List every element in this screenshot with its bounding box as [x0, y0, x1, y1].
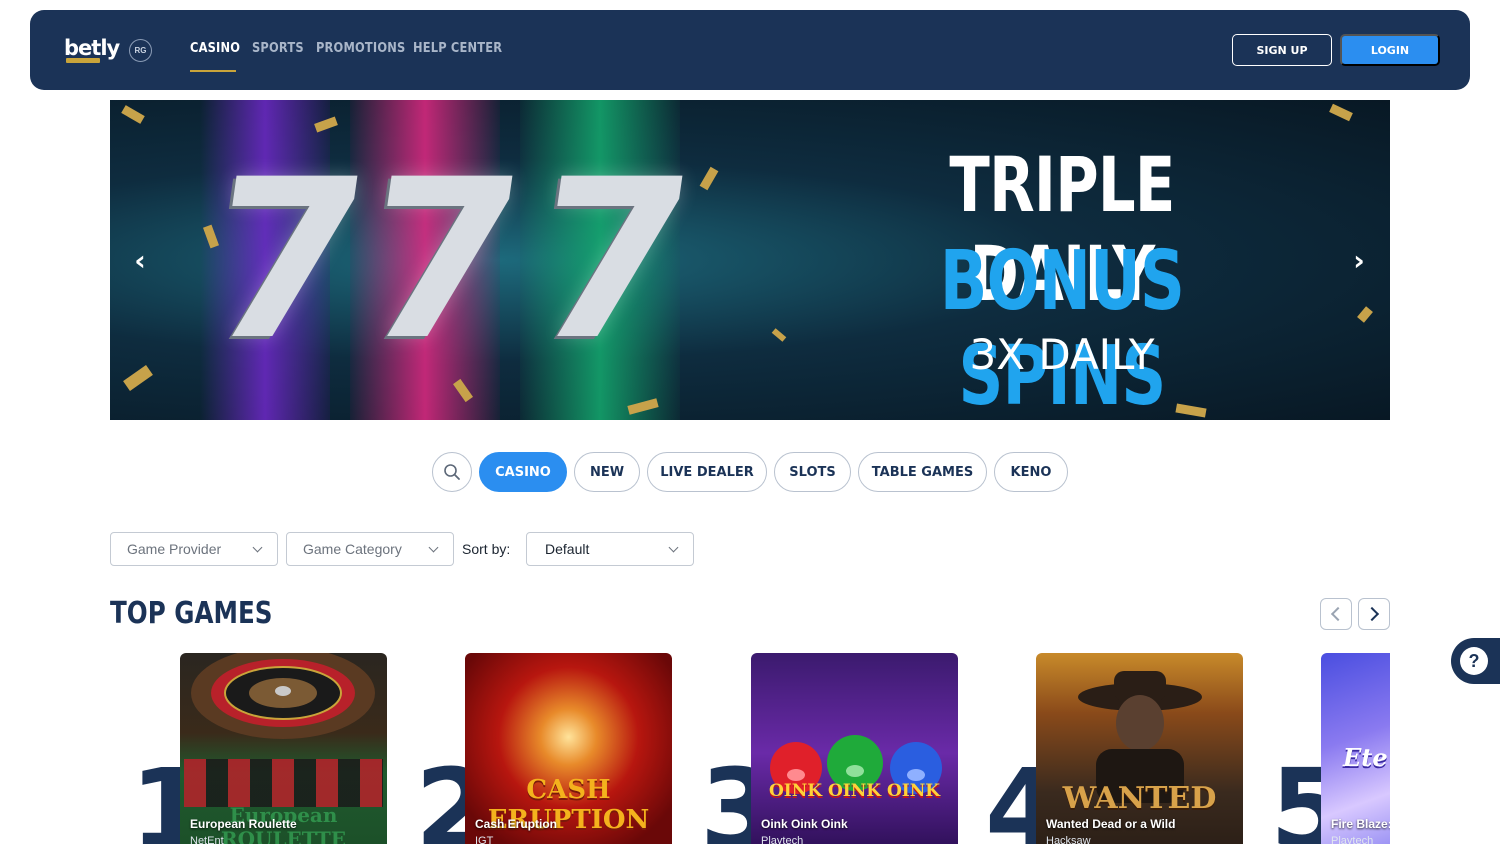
nav-promotions[interactable]: PROMOTIONS [316, 41, 405, 56]
game-art-title: Ete [1343, 743, 1388, 772]
game-provider: Hacksaw [1046, 835, 1091, 844]
carousel-prev-button[interactable] [1320, 598, 1352, 630]
category-casino[interactable]: CASINO [479, 452, 567, 492]
pig-characters-art [770, 735, 942, 794]
roulette-table-grid [184, 759, 383, 807]
game-provider: Playtech [1331, 835, 1374, 844]
top-games-carousel: 1 European ROULETTE European Roulette Ne… [110, 650, 1390, 844]
game-name: Oink Oink Oink [761, 817, 848, 831]
game-card-wanted-dead-or-a-wild[interactable]: WANTED Wanted Dead or a Wild Hacksaw [1036, 653, 1243, 844]
game-provider: Playtech [761, 835, 804, 844]
sort-select[interactable]: Default [526, 532, 694, 566]
login-button[interactable]: LOGIN [1340, 34, 1440, 66]
confetti [121, 105, 145, 124]
chevron-left-icon [1330, 606, 1346, 622]
top-games-title: TOP GAMES [110, 596, 273, 631]
game-category-placeholder: Game Category [303, 541, 402, 557]
game-name: Fire Blaze: [1331, 817, 1390, 831]
slot-seven: 7 [192, 132, 382, 388]
game-category-select[interactable]: Game Category [286, 532, 454, 566]
chevron-down-icon [252, 542, 263, 553]
nav-sports[interactable]: SPORTS [252, 41, 304, 56]
search-button[interactable] [432, 452, 472, 492]
confetti [123, 365, 153, 391]
game-art-title: WANTED [1062, 781, 1217, 816]
promo-banner[interactable]: 7 7 7 TRIPLE DAILY BONUS SPINS 3X DAILY … [110, 100, 1390, 420]
game-card-fire-blaze[interactable]: Ete Fire Blaze: Playtech [1321, 653, 1390, 844]
nav-help-center[interactable]: HELP CENTER [413, 41, 502, 56]
chevron-down-icon [428, 542, 439, 553]
logo-tagline-bar [66, 58, 100, 63]
sort-value: Default [545, 541, 590, 557]
chevron-down-icon [668, 542, 679, 553]
betly-logo[interactable]: betly [64, 36, 120, 60]
category-table-games[interactable]: TABLE GAMES [858, 452, 987, 492]
category-slots[interactable]: SLOTS [774, 452, 851, 492]
confetti [1357, 306, 1373, 323]
game-card-oink-oink-oink[interactable]: OINK OINK OINK Oink Oink Oink Playtech [751, 653, 958, 844]
category-live-dealer[interactable]: LIVE DEALER [647, 452, 767, 492]
help-icon: ? [1460, 647, 1488, 675]
category-new[interactable]: NEW [574, 452, 640, 492]
game-provider-select[interactable]: Game Provider [110, 532, 278, 566]
game-name: Wanted Dead or a Wild [1046, 817, 1176, 831]
slot-seven: 7 [517, 132, 707, 388]
chevron-right-icon [1364, 606, 1380, 622]
top-navbar: betly RG CASINO SPORTS PROMOTIONS HELP C… [30, 10, 1470, 90]
confetti [771, 328, 787, 342]
game-provider-placeholder: Game Provider [127, 541, 222, 557]
game-provider: NetEnt [190, 835, 224, 844]
banner-tagline: 3X DAILY [969, 330, 1155, 379]
responsible-gaming-badge[interactable]: RG [129, 39, 152, 62]
confetti [699, 166, 719, 191]
nav-casino[interactable]: CASINO [190, 41, 240, 56]
search-icon [444, 464, 460, 480]
sort-by-label: Sort by: [462, 541, 511, 557]
carousel-next-button[interactable] [1358, 598, 1390, 630]
banner-subheadline: BONUS SPINS [939, 234, 1185, 420]
game-art-title: OINK OINK OINK [768, 781, 941, 801]
slot-seven: 7 [347, 132, 537, 388]
banner-prev-arrow-icon[interactable]: ‹ [128, 244, 152, 277]
banner-next-arrow-icon[interactable]: › [1347, 244, 1371, 277]
category-keno[interactable]: KENO [994, 452, 1068, 492]
game-name: European Roulette [190, 817, 297, 831]
game-name: Cash Eruption [475, 817, 558, 831]
nav-active-underline [190, 70, 236, 72]
help-widget-button[interactable]: ? [1451, 638, 1500, 684]
game-provider: IGT [475, 835, 494, 844]
roulette-wheel-art [191, 653, 375, 739]
game-card-cash-eruption[interactable]: CASH ERUPTION Cash Eruption IGT [465, 653, 672, 844]
game-card-european-roulette[interactable]: European ROULETTE European Roulette NetE… [180, 653, 387, 844]
sign-up-button[interactable]: SIGN UP [1232, 34, 1332, 66]
confetti [1329, 103, 1353, 122]
